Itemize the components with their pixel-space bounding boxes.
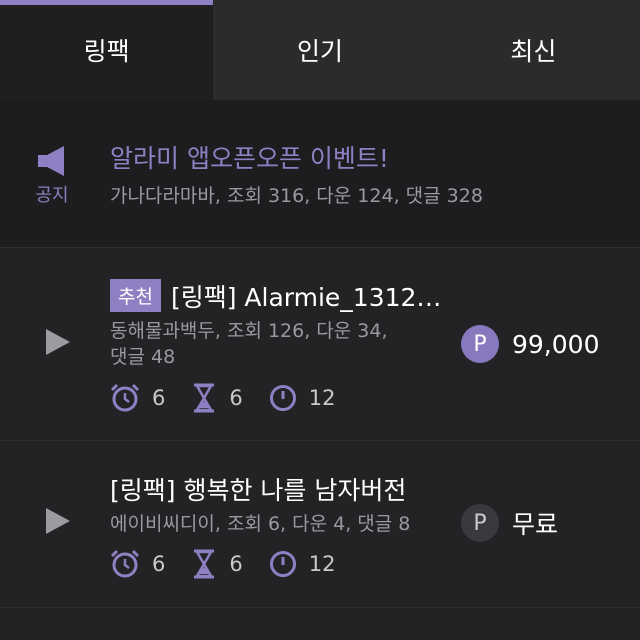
item-stats: 6 6 12 bbox=[110, 383, 361, 413]
price-text: 무료 bbox=[512, 510, 559, 539]
clock-stat: 12 bbox=[269, 550, 336, 578]
item-meta-line: 동해물과백두, 조회 126, 다운 34, bbox=[110, 320, 388, 342]
clock-icon bbox=[269, 550, 297, 578]
item-meta-line: 댓글 48 bbox=[110, 346, 176, 368]
clock-count: 12 bbox=[308, 386, 336, 410]
tab-label: 최신 bbox=[510, 37, 557, 66]
hourglass-icon bbox=[191, 549, 217, 579]
tab-bar: 링팩 인기 최신 bbox=[0, 0, 640, 100]
timer-count: 6 bbox=[229, 552, 243, 576]
alarm-stat: 6 bbox=[110, 549, 165, 579]
alarm-clock-icon bbox=[110, 549, 140, 579]
play-icon[interactable] bbox=[46, 508, 70, 534]
tab-popular[interactable]: 인기 bbox=[213, 0, 427, 100]
clock-stat: 12 bbox=[269, 384, 336, 412]
item-meta: 에이비씨디이, 조회 6, 다운 4, 댓글 8 bbox=[110, 513, 411, 535]
tab-ringpack[interactable]: 링팩 bbox=[0, 0, 214, 100]
clock-count: 12 bbox=[308, 552, 336, 576]
notice-title[interactable]: 알라미 앱오픈오픈 이벤트! bbox=[110, 139, 389, 175]
timer-stat: 6 bbox=[191, 383, 243, 413]
active-tab-indicator bbox=[0, 0, 214, 5]
alarm-stat: 6 bbox=[110, 383, 165, 413]
timer-stat: 6 bbox=[191, 549, 243, 579]
notice-label: 공지 bbox=[35, 185, 69, 206]
item-meta: 동해물과백두, 조회 126, 다운 34, 댓글 48 bbox=[110, 318, 388, 370]
price-text: 99,000 bbox=[512, 329, 600, 359]
play-icon[interactable] bbox=[46, 329, 70, 355]
tab-label: 링팩 bbox=[83, 37, 130, 66]
alarm-count: 6 bbox=[152, 386, 166, 410]
list-item-partial[interactable] bbox=[0, 608, 640, 640]
price-button[interactable]: P 무료 bbox=[461, 504, 558, 542]
point-icon: P bbox=[461, 504, 499, 542]
timer-count: 6 bbox=[229, 386, 243, 410]
notice-meta: 가나다라마바, 조회 316, 다운 124, 댓글 328 bbox=[110, 185, 483, 207]
hourglass-icon bbox=[191, 383, 217, 413]
tab-latest[interactable]: 최신 bbox=[426, 0, 640, 100]
tab-label: 인기 bbox=[296, 37, 343, 66]
alarm-count: 6 bbox=[152, 552, 166, 576]
item-title: [링팩] 행복한 나를 남자버전 bbox=[110, 476, 407, 505]
point-icon: P bbox=[461, 325, 499, 363]
clock-icon bbox=[269, 384, 297, 412]
item-title-text: [링팩] Alarmie_1312… bbox=[170, 283, 442, 312]
recommended-badge: 추천 bbox=[110, 279, 161, 312]
item-title: 추천 [링팩] Alarmie_1312… bbox=[110, 278, 441, 314]
alarm-clock-icon bbox=[110, 383, 140, 413]
price-button[interactable]: P 99,000 bbox=[461, 325, 599, 363]
megaphone-icon bbox=[38, 146, 66, 180]
item-stats: 6 6 12 bbox=[110, 549, 361, 579]
